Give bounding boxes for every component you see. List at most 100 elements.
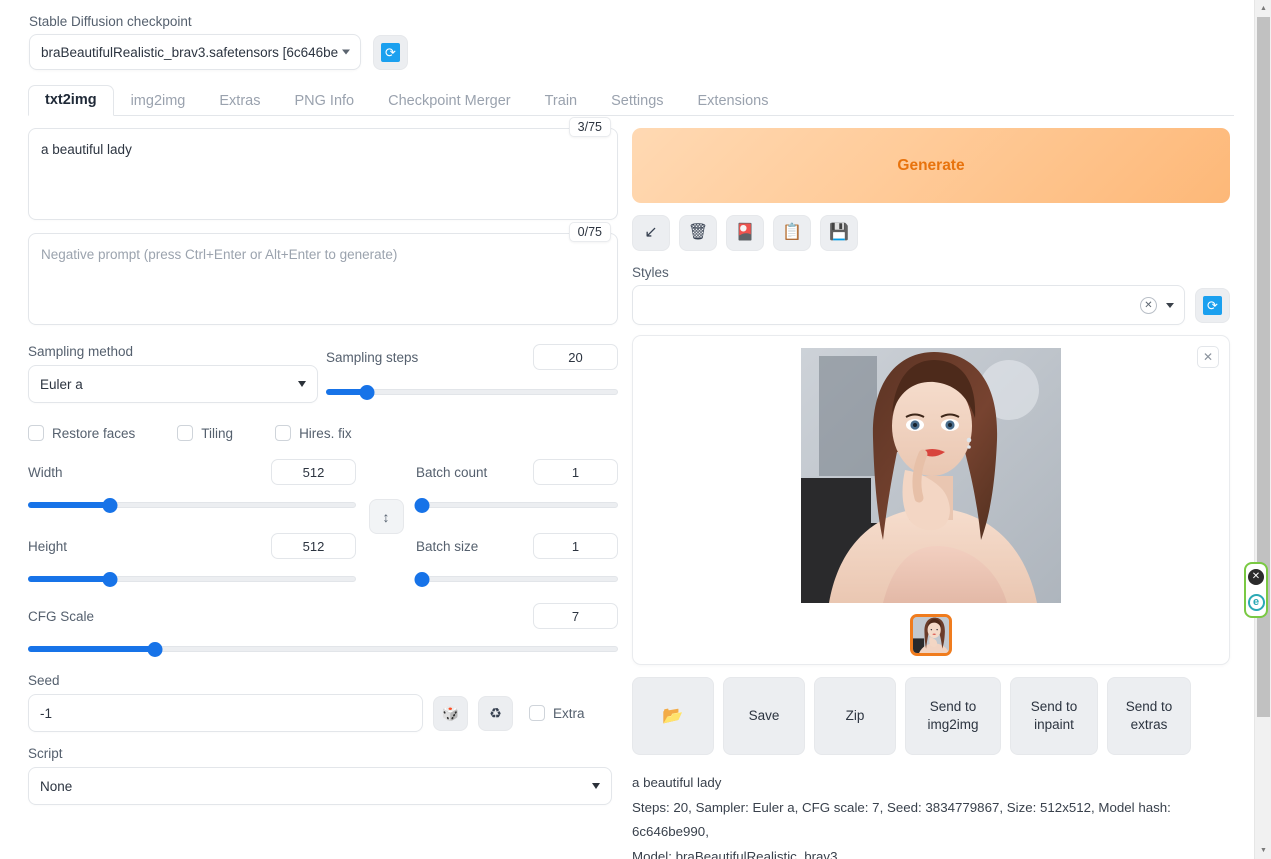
checkpoint-select[interactable]: braBeautifulRealistic_brav3.safetensors … [29, 34, 361, 70]
batch-count-slider[interactable] [414, 497, 618, 513]
swap-arrows-icon: ↕ [382, 508, 390, 525]
negative-prompt-token-counter: 0/75 [568, 222, 611, 242]
prompt-input[interactable] [28, 128, 618, 220]
generated-image[interactable] [801, 348, 1061, 603]
sampling-steps-slider[interactable] [326, 384, 618, 400]
script-select[interactable]: None [28, 767, 612, 805]
tab-png-info[interactable]: PNG Info [277, 86, 371, 116]
batch-group: Batch count 1 Batch size 1 [414, 459, 618, 587]
cfg-group: CFG Scale 7 [28, 603, 618, 657]
seed-group: Seed -1 🎲 ♻ Extra [28, 673, 618, 732]
restore-faces-checkbox[interactable] [28, 425, 44, 441]
restore-faces-group[interactable]: Restore faces [28, 425, 135, 441]
refresh-styles-button[interactable]: ⟳ [1195, 287, 1230, 323]
hires-fix-label: Hires. fix [299, 425, 352, 441]
sampling-steps-value[interactable]: 20 [533, 344, 618, 370]
batch-size-label: Batch size [416, 538, 479, 554]
extension-logo-icon[interactable]: e [1247, 594, 1265, 612]
extra-networks-icon: 🎴 [735, 224, 755, 241]
send-to-extras-button[interactable]: Send to extras [1107, 677, 1191, 755]
refresh-checkpoint-button[interactable]: ⟳ [373, 34, 408, 70]
width-label: Width [28, 464, 63, 480]
chevron-down-icon [592, 783, 600, 789]
close-gallery-button[interactable]: ✕ [1197, 346, 1219, 368]
height-label: Height [28, 538, 68, 554]
close-icon[interactable]: ✕ [1248, 568, 1264, 585]
height-slider[interactable] [28, 571, 356, 587]
cfg-scale-value[interactable]: 7 [533, 603, 618, 629]
width-value[interactable]: 512 [271, 459, 356, 485]
checkpoint-label: Stable Diffusion checkpoint [29, 14, 192, 29]
height-value[interactable]: 512 [271, 533, 356, 559]
send-to-inpaint-button[interactable]: Send to inpaint [1010, 677, 1098, 755]
batch-size-value[interactable]: 1 [533, 533, 618, 559]
negative-prompt-wrapper: 0/75 [28, 222, 618, 330]
app-root: Stable Diffusion checkpoint braBeautiful… [0, 0, 1271, 859]
output-gallery-panel: ✕ [632, 335, 1230, 665]
clear-prompt-button[interactable]: 🗑 [679, 215, 717, 251]
chevron-down-icon [298, 381, 306, 387]
extra-seed-checkbox[interactable] [529, 705, 545, 721]
recycle-icon: ♻ [489, 704, 502, 721]
width-slider[interactable] [28, 497, 356, 513]
swap-dimensions-button[interactable]: ↕ [368, 499, 404, 534]
cfg-scale-slider[interactable] [28, 641, 618, 657]
sampling-steps-group: Sampling steps 20 [326, 344, 618, 400]
gallery-thumbnail[interactable] [910, 614, 952, 656]
random-seed-button[interactable]: 🎲 [433, 695, 468, 731]
scroll-up-arrow-icon[interactable]: ▲ [1255, 0, 1271, 17]
meta-params-line1: Steps: 20, Sampler: Euler a, CFG scale: … [632, 799, 1171, 840]
trash-icon: 🗑 [687, 224, 709, 241]
sampling-method-group: Sampling method Euler a [28, 344, 318, 403]
generate-button[interactable]: Generate [632, 128, 1230, 203]
meta-params-line2: Model: braBeautifulRealistic_brav3 [632, 848, 838, 859]
extra-seed-group[interactable]: Extra [529, 705, 585, 721]
tiling-checkbox[interactable] [177, 425, 194, 441]
tab-extensions[interactable]: Extensions [681, 86, 786, 116]
tab-img2img[interactable]: img2img [114, 86, 203, 116]
tab-checkpoint-merger[interactable]: Checkpoint Merger [371, 86, 528, 116]
styles-select[interactable]: ✕ [632, 285, 1185, 325]
browser-scrollbar[interactable]: ▲ ▼ [1254, 0, 1271, 859]
save-style-button[interactable]: 💾 [820, 215, 858, 251]
tiling-label: Tiling [201, 425, 234, 441]
save-button[interactable]: Save [723, 677, 805, 755]
send-to-img2img-button[interactable]: Send to img2img [905, 677, 1001, 755]
main-tabs: txt2img img2img Extras PNG Info Checkpoi… [28, 84, 1234, 116]
batch-count-value[interactable]: 1 [533, 459, 618, 485]
restore-faces-label: Restore faces [52, 425, 136, 441]
interrogate-arrow-button[interactable]: ↙ [632, 215, 670, 251]
open-folder-button[interactable]: 📂 [632, 677, 714, 755]
tab-extras[interactable]: Extras [202, 86, 277, 116]
apply-style-button[interactable]: 📋 [773, 215, 811, 251]
folder-icon: 📂 [662, 705, 684, 725]
prompt-wrapper: 3/75 [28, 117, 618, 225]
refresh-icon: ⟳ [1203, 295, 1222, 315]
clipboard-paste-icon: 📋 [782, 224, 802, 241]
sampling-method-select[interactable]: Euler a [28, 365, 318, 403]
extra-networks-button[interactable]: 🎴 [726, 215, 764, 251]
seed-input[interactable]: -1 [28, 694, 423, 732]
tab-train[interactable]: Train [528, 86, 595, 116]
hires-fix-group[interactable]: Hires. fix [275, 425, 352, 441]
reuse-seed-button[interactable]: ♻ [478, 695, 513, 731]
batch-count-label: Batch count [416, 464, 488, 480]
hires-fix-checkbox[interactable] [275, 425, 292, 441]
swap-dimensions-wrapper: ↕ [356, 459, 416, 534]
tab-txt2img[interactable]: txt2img [28, 85, 114, 116]
styles-row: ✕ ⟳ [632, 285, 1230, 325]
left-column: 3/75 0/75 Sampling method Euler a [28, 117, 618, 859]
zip-button[interactable]: Zip [814, 677, 896, 755]
chevron-down-icon [342, 49, 350, 55]
floating-extension-widget[interactable]: ✕ e [1244, 562, 1268, 618]
tab-settings[interactable]: Settings [594, 86, 680, 116]
script-value: None [40, 778, 73, 794]
negative-prompt-input[interactable] [28, 233, 618, 325]
txt2img-body: 3/75 0/75 Sampling method Euler a [20, 117, 1234, 859]
tiling-group[interactable]: Tiling [177, 425, 233, 441]
size-group: Width 512 Height 512 [28, 459, 356, 587]
meta-prompt: a beautiful lady [632, 775, 722, 790]
close-icon[interactable]: ✕ [1140, 296, 1157, 314]
batch-size-slider[interactable] [414, 571, 618, 587]
scroll-down-arrow-icon[interactable]: ▼ [1255, 842, 1271, 859]
